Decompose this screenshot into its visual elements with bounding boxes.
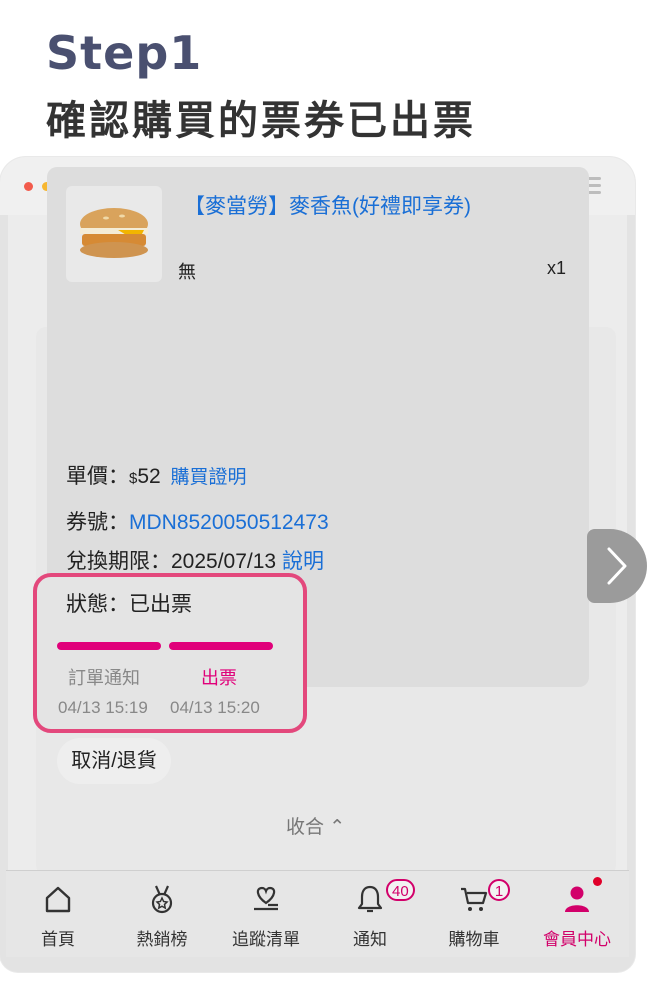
nav-notifications-label: 通知 (353, 930, 387, 949)
nav-watchlist-label: 追蹤清單 (232, 930, 300, 949)
price-value: 52 (137, 465, 161, 488)
bell-icon (357, 885, 383, 913)
member-icon (565, 886, 589, 912)
status-label: 狀態：已出票 (66, 593, 192, 616)
nav-bestsellers[interactable]: 熱銷榜 (110, 871, 214, 957)
nav-bestsellers-label: 熱銷榜 (136, 930, 188, 949)
step-ticket-issued: 出票 (201, 668, 237, 688)
cart-badge: 1 (488, 879, 510, 901)
expiry-row: 兌換期限：2025/07/13 說明 (66, 545, 324, 575)
nav-home[interactable]: 首頁 (6, 871, 110, 957)
expiry-label: 兌換期限： (66, 550, 171, 573)
voucher-code[interactable]: MDN8520050512473 (129, 511, 329, 534)
voucher-code-row: 券號：MDN8520050512473 (66, 506, 329, 536)
home-icon (45, 886, 71, 913)
nav-member-center[interactable]: 會員中心 (525, 871, 629, 957)
collapse-button[interactable]: 收合 ⌃ (286, 812, 345, 839)
nav-watchlist[interactable]: 追蹤清單 (214, 871, 318, 957)
progress-bar-step-1 (57, 642, 161, 650)
nav-cart[interactable]: 1 購物車 (422, 871, 526, 957)
nav-notifications[interactable]: 40 通知 (318, 871, 422, 957)
product-quantity: x1 (547, 258, 567, 278)
nav-home-label: 首頁 (41, 930, 75, 949)
step-subtitle: 確認購買的票券已出票 (46, 98, 476, 144)
progress-bar-step-2 (169, 642, 273, 650)
heart-list-icon (254, 886, 278, 911)
step-title: Step1 (46, 26, 203, 80)
window-close-dot (24, 182, 33, 191)
step-issued-time: 04/13 15:20 (170, 698, 260, 717)
next-slide-button[interactable] (587, 529, 647, 603)
expiry-info-link[interactable]: 說明 (282, 550, 324, 573)
cancel-return-button[interactable]: 取消/退貨 (57, 738, 171, 784)
medal-icon (151, 885, 173, 914)
cart-icon (461, 887, 488, 911)
price-row: 單價：$52 購買證明 (66, 460, 247, 490)
notification-badge: 40 (386, 879, 415, 901)
price-label: 單價： (66, 465, 129, 488)
product-spec: 無 (178, 262, 196, 282)
member-alert-dot (593, 877, 602, 886)
product-name-link[interactable]: 【麥當勞】麥香魚(好禮即享券) (184, 190, 471, 220)
nav-cart-label: 購物車 (448, 930, 500, 949)
step-order-time: 04/13 15:19 (58, 698, 148, 717)
receipt-link[interactable]: 購買證明 (171, 467, 247, 488)
expiry-date: 2025/07/13 (171, 550, 277, 573)
nav-member-center-label: 會員中心 (543, 930, 611, 949)
product-thumbnail[interactable] (66, 186, 162, 282)
code-label: 券號： (66, 511, 129, 534)
bottom-nav: 首頁 熱銷榜 追蹤清單 40 通知 1 購物車 會員中心 (6, 870, 629, 957)
step-order-notice: 訂單通知 (68, 668, 140, 688)
chevron-right-icon (607, 547, 627, 585)
